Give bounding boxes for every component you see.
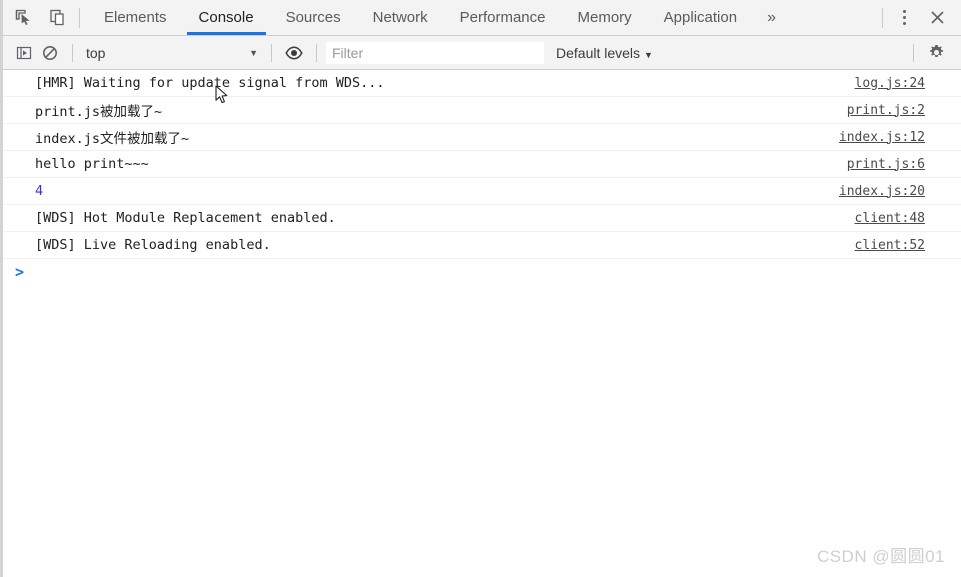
console-message-row[interactable]: [HMR] Waiting for update signal from WDS… [3,70,961,97]
tab-memory[interactable]: Memory [562,0,648,35]
tab-elements[interactable]: Elements [88,0,183,35]
device-toolbar-icon[interactable] [43,4,71,32]
tab-network-label: Network [372,9,428,26]
console-filter-toolbar: top ▼ Default levels▼ [3,36,961,70]
console-message-source-link[interactable]: log.js:24 [855,76,925,91]
console-sidebar-icon[interactable] [11,41,37,65]
filterbar-right-group [904,41,961,65]
tab-performance-label: Performance [459,9,546,26]
tab-application-label: Application [663,9,738,26]
console-message-source-link[interactable]: index.js:12 [839,130,925,145]
log-levels-label: Default levels [556,44,641,61]
close-icon[interactable] [923,4,951,32]
devtools-tabbar: Elements Console Sources Network Perform… [3,0,961,36]
tab-network[interactable]: Network [357,0,444,35]
eye-icon[interactable] [281,41,307,65]
tabs-overflow-button[interactable]: » [753,0,790,35]
console-message-row[interactable]: index.js文件被加载了~ index.js:12 [3,124,961,151]
tab-application[interactable]: Application [648,0,753,35]
console-message-text: [WDS] Hot Module Replacement enabled. [35,210,336,226]
console-prompt[interactable]: > [3,259,961,285]
console-message-text: print.js被加载了~ [35,104,163,120]
filterbar-divider-3 [316,43,317,62]
filterbar-divider-4 [913,43,914,62]
tab-memory-label: Memory [577,9,632,26]
console-message-text: hello print~~~ [35,156,149,172]
toolbar-divider [79,7,80,28]
console-message-text: [WDS] Live Reloading enabled. [35,237,271,253]
gear-icon[interactable] [923,41,949,65]
console-message-text: index.js文件被加载了~ [35,131,190,147]
chevron-double-right-icon: » [767,8,776,26]
tab-console[interactable]: Console [183,0,270,35]
console-message-source-link[interactable]: client:52 [855,238,925,253]
console-message-row[interactable]: print.js被加载了~ print.js:2 [3,97,961,124]
console-message-list[interactable]: [HMR] Waiting for update signal from WDS… [3,70,961,577]
kebab-menu-icon[interactable] [891,5,917,31]
tab-sources-label: Sources [285,9,341,26]
console-message-row[interactable]: hello print~~~ print.js:6 [3,151,961,178]
console-message-row[interactable]: [WDS] Hot Module Replacement enabled. cl… [3,205,961,232]
console-message-text: [HMR] Waiting for update signal from WDS… [35,75,385,91]
tab-console-label: Console [198,9,254,26]
chevron-down-icon: ▼ [249,47,258,58]
prompt-caret-icon: > [15,262,25,281]
inspect-element-icon[interactable] [9,4,37,32]
console-prompt-input[interactable] [24,259,961,285]
filterbar-divider-1 [72,43,73,62]
tabbar-right-group [874,4,961,32]
panel-tabs: Elements Console Sources Network Perform… [88,0,790,35]
clear-console-icon[interactable] [37,41,63,65]
execution-context-value: top [86,44,106,61]
execution-context-selector[interactable]: top ▼ [82,45,262,61]
console-message-source-link[interactable]: client:48 [855,211,925,226]
tabbar-right-divider [882,7,883,28]
console-message-source-link[interactable]: print.js:2 [847,103,925,118]
watermark-label: CSDN @圆圆01 [816,547,945,566]
console-message-row[interactable]: [WDS] Live Reloading enabled. client:52 [3,232,961,259]
log-levels-dropdown[interactable]: Default levels ▼ [544,45,653,61]
tab-performance[interactable]: Performance [444,0,562,35]
filterbar-divider-2 [271,43,272,62]
console-message-text: 4 [35,183,44,199]
console-message-source-link[interactable]: index.js:20 [839,184,925,199]
filter-input[interactable] [326,41,544,64]
chevron-down-icon: ▼ [644,49,653,60]
tab-sources[interactable]: Sources [270,0,357,35]
tab-elements-label: Elements [104,9,167,26]
console-message-row[interactable]: 4 index.js:20 [3,178,961,205]
devtools-window: Elements Console Sources Network Perform… [0,0,961,577]
console-message-source-link[interactable]: print.js:6 [847,157,925,172]
